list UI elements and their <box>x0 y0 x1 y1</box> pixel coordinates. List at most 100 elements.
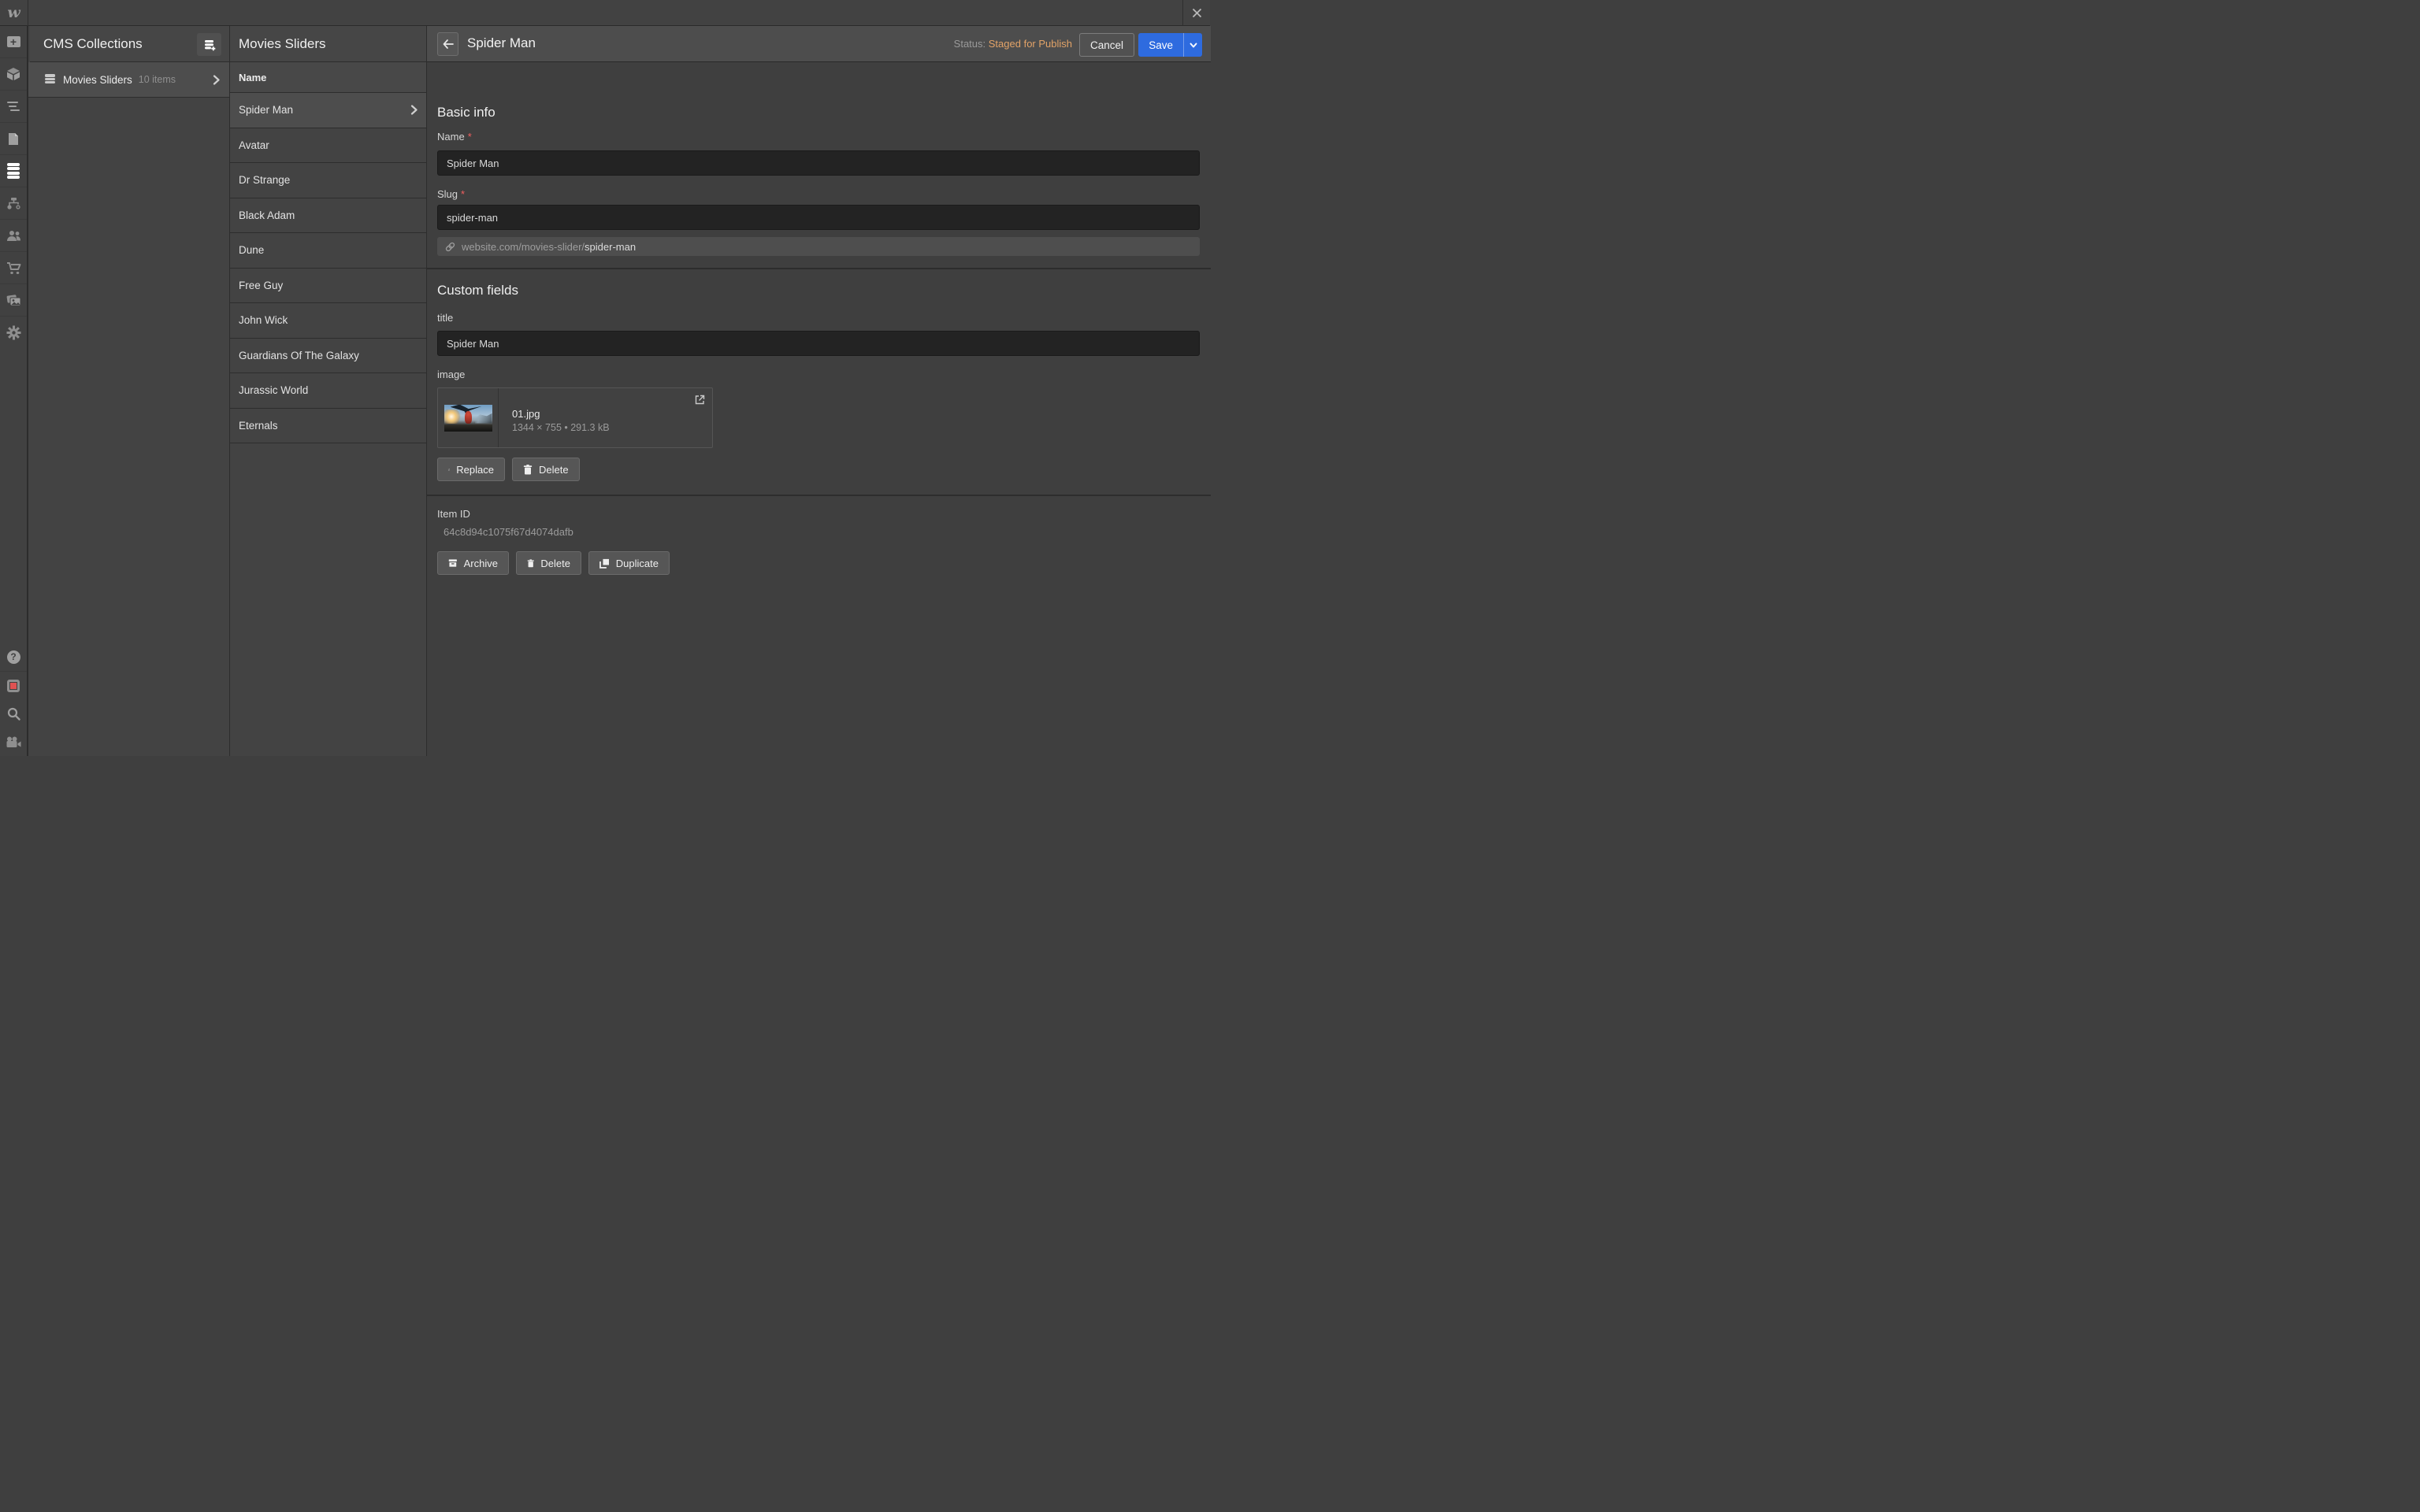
list-item-label: John Wick <box>239 314 288 326</box>
delete-image-button[interactable]: Delete <box>512 458 580 481</box>
editor-header: Spider Man Status: Staged for Publish Ca… <box>427 26 1211 62</box>
close-icon <box>1192 8 1202 18</box>
save-button-group: Save <box>1138 33 1202 57</box>
collections-panel: Movies Sliders 10 items <box>28 26 229 756</box>
users-icon <box>6 230 21 242</box>
save-options-button[interactable] <box>1183 33 1202 57</box>
replace-image-button[interactable]: Replace <box>437 458 505 481</box>
item-id-label: Item ID <box>437 508 470 520</box>
cube-icon <box>6 67 20 81</box>
collection-database-icon <box>45 74 55 84</box>
custom-fields-heading: Custom fields <box>437 283 518 298</box>
webflow-logo[interactable]: w <box>0 0 28 26</box>
assets-icon <box>6 294 21 306</box>
name-input[interactable]: Spider Man <box>437 150 1200 176</box>
ecommerce-button[interactable] <box>0 252 27 284</box>
left-toolbar: + <box>0 26 28 756</box>
item-editor: Spider Man Status: Staged for Publish Ca… <box>426 26 1210 756</box>
users-button[interactable] <box>0 220 27 252</box>
duplicate-item-button[interactable]: Duplicate <box>588 551 670 575</box>
image-filename: 01.jpg <box>512 408 712 420</box>
chevron-right-icon <box>410 105 418 115</box>
items-panel: Name Spider Man Avatar Dr Strange Black Ada… <box>229 26 426 756</box>
plus-icon: + <box>7 36 20 47</box>
image-thumbnail <box>444 405 492 432</box>
status-badge: Status: Staged for Publish <box>954 38 1072 50</box>
list-item-label: Jurassic World <box>239 384 308 396</box>
extensions-button[interactable] <box>0 671 27 699</box>
image-field-label: image <box>437 369 465 380</box>
cancel-button[interactable]: Cancel <box>1079 33 1134 57</box>
list-item-label: Avatar <box>239 139 269 151</box>
save-button[interactable]: Save <box>1138 33 1183 57</box>
required-asterisk: * <box>468 131 472 143</box>
image-asset-card: 01.jpg 1344 × 755 • 291.3 kB <box>437 387 713 448</box>
search-button[interactable] <box>0 699 27 728</box>
navigator-icon <box>7 102 20 112</box>
close-button[interactable] <box>1182 0 1210 26</box>
record-icon <box>7 680 20 692</box>
list-item-label: Spider Man <box>239 104 293 116</box>
slug-input[interactable]: spider-man <box>437 205 1200 230</box>
items-list: Name Spider Man Avatar Dr Strange Black Ada… <box>230 62 427 443</box>
video-tutorials-button[interactable] <box>0 728 27 756</box>
replace-icon <box>448 465 450 475</box>
collection-name: Movies Sliders <box>63 74 132 86</box>
collection-row-movies-sliders[interactable]: Movies Sliders 10 items <box>28 62 229 98</box>
list-item[interactable]: Free Guy <box>230 269 427 304</box>
external-link-icon <box>695 395 705 405</box>
page-icon <box>7 132 20 146</box>
cms-database-icon <box>7 163 20 180</box>
editor-title: Spider Man <box>467 35 536 51</box>
navigator-button[interactable] <box>0 91 27 123</box>
list-item[interactable]: John Wick <box>230 303 427 339</box>
basic-info-heading: Basic info <box>437 105 496 120</box>
back-arrow-icon <box>443 39 454 49</box>
list-item[interactable]: Eternals <box>230 409 427 444</box>
url-slug: spider-man <box>585 241 636 253</box>
video-camera-icon <box>6 736 21 748</box>
components-button[interactable] <box>0 58 27 91</box>
list-item[interactable]: Dune <box>230 233 427 269</box>
list-item[interactable]: Jurassic World <box>230 373 427 409</box>
list-item[interactable]: Guardians Of The Galaxy <box>230 339 427 374</box>
collection-item-count: 10 items <box>139 74 176 85</box>
help-button[interactable]: ? <box>0 643 27 671</box>
delete-item-button[interactable]: Delete <box>516 551 581 575</box>
list-item-label: Black Adam <box>239 209 295 221</box>
list-item[interactable]: Avatar <box>230 128 427 164</box>
list-item[interactable]: Spider Man <box>230 93 427 128</box>
pages-button[interactable] <box>0 123 27 155</box>
archive-item-button[interactable]: Archive <box>437 551 509 575</box>
add-elements-button[interactable]: + <box>0 26 27 58</box>
collections-panel-header: CMS Collections <box>30 26 229 62</box>
settings-button[interactable] <box>0 317 27 349</box>
required-asterisk: * <box>461 188 465 200</box>
assets-button[interactable] <box>0 284 27 317</box>
column-header-name[interactable]: Name <box>230 62 427 93</box>
trash-icon <box>523 465 533 475</box>
url-preview: website.com/movies-slider/spider-man <box>437 237 1200 256</box>
image-thumbnail-cell[interactable] <box>438 388 499 447</box>
chevron-down-icon <box>1190 43 1197 48</box>
list-item[interactable]: Black Adam <box>230 198 427 234</box>
trash-icon <box>527 558 534 569</box>
image-meta: 1344 × 755 • 291.3 kB <box>512 422 712 433</box>
list-item-label: Dr Strange <box>239 174 290 186</box>
cms-button[interactable] <box>0 155 27 187</box>
add-collection-button[interactable] <box>197 33 221 56</box>
gear-icon <box>6 325 21 340</box>
open-asset-button[interactable] <box>695 395 705 405</box>
list-item-label: Dune <box>239 244 264 256</box>
back-button[interactable] <box>437 32 458 56</box>
section-divider <box>427 495 1211 496</box>
list-item[interactable]: Dr Strange <box>230 163 427 198</box>
logic-button[interactable] <box>0 187 27 220</box>
items-panel-header: Movies Sliders <box>230 26 426 62</box>
items-panel-title: Movies Sliders <box>239 36 326 52</box>
help-icon: ? <box>7 650 20 664</box>
item-id-value: 64c8d94c1075f67d4074dafb <box>444 526 573 538</box>
title-field-label: title <box>437 312 453 324</box>
add-collection-icon <box>202 38 217 52</box>
title-input[interactable]: Spider Man <box>437 331 1200 356</box>
